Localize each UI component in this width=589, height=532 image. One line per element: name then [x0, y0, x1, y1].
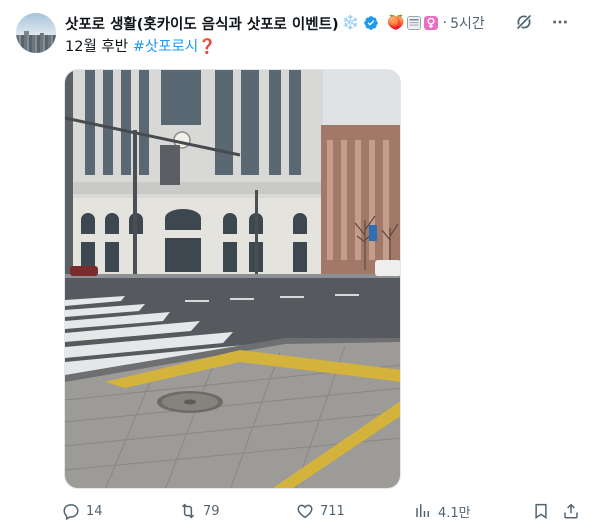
- newspaper-icon: [407, 16, 422, 30]
- views-chart-icon: [416, 504, 429, 517]
- separator-dot: ·: [442, 15, 448, 31]
- avatar-cityscape: [16, 35, 56, 53]
- views-action[interactable]: 4.1만: [414, 500, 471, 522]
- grok-icon[interactable]: [515, 13, 533, 31]
- share-icon: [564, 503, 578, 519]
- repost-count: 79: [203, 503, 220, 519]
- reply-count: 14: [86, 503, 103, 519]
- views-count: 4.1만: [438, 505, 471, 521]
- verified-badge-icon[interactable]: [363, 15, 379, 31]
- share-action[interactable]: [562, 500, 580, 522]
- header-actions: [515, 13, 569, 31]
- avatar[interactable]: [16, 13, 56, 53]
- reply-icon: [63, 504, 79, 520]
- street-photo: [65, 70, 400, 488]
- post-text: 12월 후반 #삿포로시❓: [65, 37, 216, 57]
- post-time[interactable]: 5시간: [450, 13, 485, 33]
- repost-action[interactable]: 79: [179, 500, 220, 522]
- peach-emoji: 🍑: [387, 15, 405, 31]
- bookmark-icon: [535, 503, 547, 519]
- bookmark-action[interactable]: [532, 500, 550, 522]
- avatar-sky: [16, 13, 56, 35]
- repost-icon: [181, 503, 195, 519]
- post-photo[interactable]: [64, 69, 401, 489]
- action-bar: 14 79 711 4.1만: [62, 500, 582, 522]
- author-name[interactable]: 삿포로 생활(홋카이도 음식과 삿포로 이벤트): [65, 13, 339, 34]
- heart-icon: [297, 504, 313, 519]
- reply-action[interactable]: 14: [62, 500, 103, 522]
- more-options-icon[interactable]: [551, 13, 569, 31]
- like-count: 711: [320, 503, 345, 519]
- snowflake-emoji: ❄️: [341, 15, 360, 31]
- post-text-body: 12월 후반: [65, 39, 133, 55]
- question-emoji: ❓: [198, 39, 217, 55]
- post-header: 삿포로 생활(홋카이도 음식과 삿포로 이벤트) ❄️ 🍑 · 5시간: [65, 13, 569, 33]
- like-action[interactable]: 711: [296, 500, 345, 522]
- hashtag-link[interactable]: #삿포로시: [133, 39, 199, 55]
- female-sign-icon: [424, 16, 439, 30]
